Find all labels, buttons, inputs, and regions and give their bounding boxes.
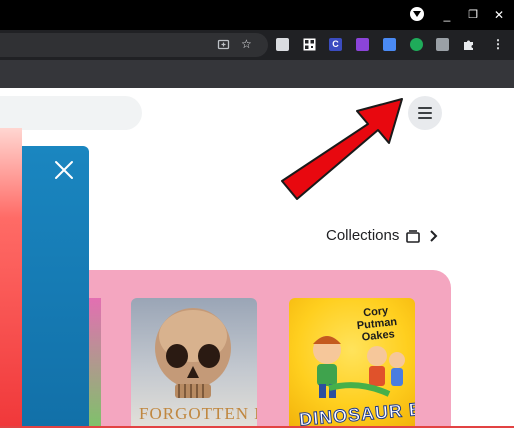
- collections-link[interactable]: Collections: [326, 226, 439, 246]
- minimize-button[interactable]: _: [440, 6, 454, 24]
- screen: _ ❐ ✕ ☆ C ⋮ Collections FORGOTTEN Cory P…: [0, 0, 514, 428]
- close-panel-icon[interactable]: [52, 158, 76, 182]
- web-page: Collections FORGOTTEN BONES: [0, 88, 514, 428]
- menu-line-icon: [418, 112, 432, 114]
- browser-toolbar: ☆ C ⋮: [0, 30, 514, 60]
- collections-label: Collections: [326, 227, 400, 244]
- extension-c-icon[interactable]: C: [329, 38, 342, 51]
- kebab-menu-icon[interactable]: ⋮: [492, 36, 504, 52]
- screenshot-icon[interactable]: [217, 38, 230, 51]
- profile-icon[interactable]: [410, 7, 424, 21]
- extension-puzzle-purple-icon[interactable]: [356, 38, 369, 51]
- side-panel: [22, 146, 89, 428]
- menu-line-icon: [418, 117, 432, 119]
- chevron-right-icon: [430, 230, 438, 242]
- book-cover-forgotten-bones[interactable]: FORGOTTEN BONES: [131, 298, 257, 428]
- bookmarks-bar: [0, 60, 514, 88]
- puzzle-icon[interactable]: [462, 38, 475, 51]
- star-icon[interactable]: ☆: [241, 36, 252, 52]
- extension-qr-icon[interactable]: [303, 38, 316, 51]
- cartoon-boy-illustration: [313, 336, 405, 398]
- extension-green-circle-icon[interactable]: [410, 38, 423, 51]
- extension-blue-square-icon[interactable]: [383, 38, 396, 51]
- hamburger-menu-button[interactable]: [408, 96, 442, 130]
- search-field[interactable]: [0, 96, 142, 130]
- close-window-button[interactable]: ✕: [492, 6, 506, 24]
- book-cover-partial[interactable]: [89, 298, 101, 428]
- extension-folder-icon[interactable]: [436, 38, 449, 51]
- restore-button[interactable]: ❐: [466, 6, 480, 24]
- book-title: FORGOTTEN BONES: [139, 404, 257, 423]
- extension-dark-icon[interactable]: [276, 38, 289, 51]
- book-cover-dinosaur-boy[interactable]: Cory Putman Oakes DINOSAUR BOY: [289, 298, 415, 428]
- menu-line-icon: [418, 107, 432, 109]
- skull-illustration: [155, 308, 231, 398]
- browser-title-bar: _ ❐ ✕: [0, 0, 514, 30]
- background-decoration: [0, 128, 22, 428]
- collections-icon: [406, 230, 421, 243]
